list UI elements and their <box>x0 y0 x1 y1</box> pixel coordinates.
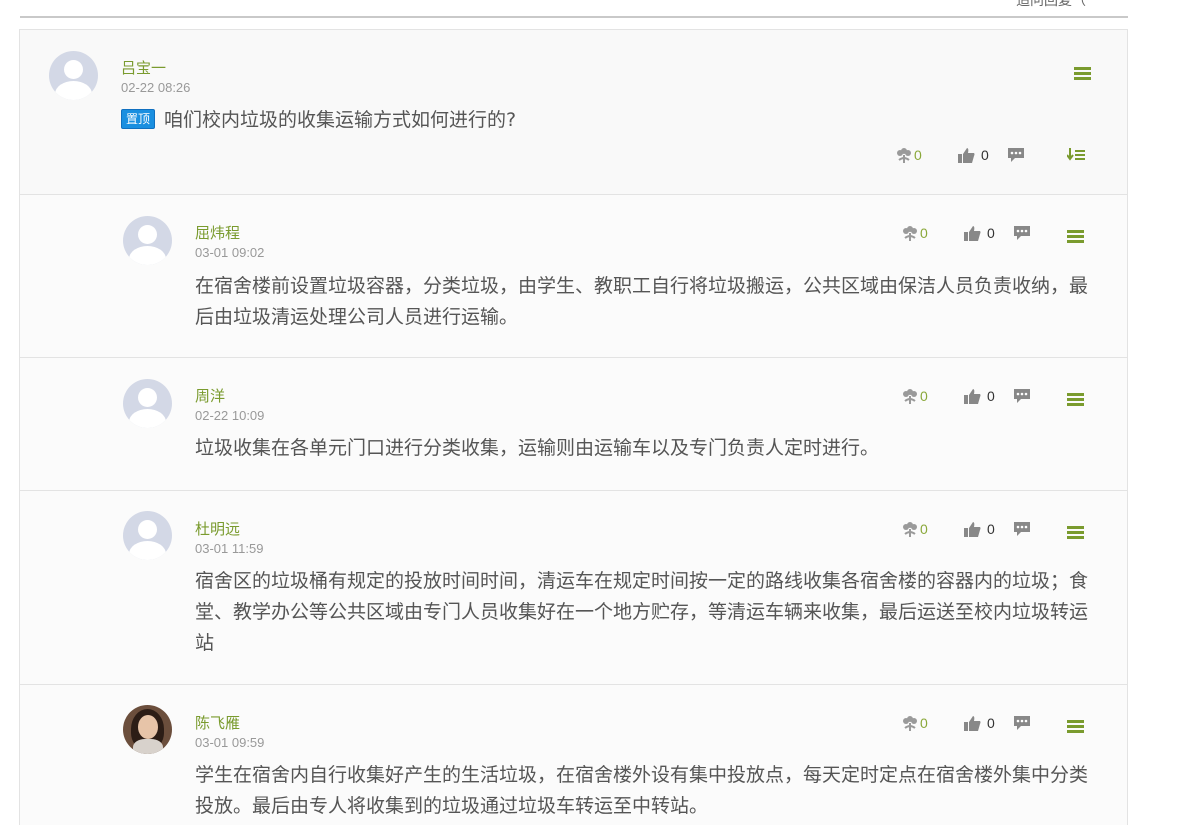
reply-item: 杜明远 03-01 11:59 宿舍区的垃圾桶有规定的投放时间时间，清运车在规定… <box>20 491 1127 685</box>
post-time: 03-01 09:59 <box>195 735 265 750</box>
menu-icon[interactable] <box>1067 393 1084 407</box>
flower-count: 0 <box>920 388 928 404</box>
like-count: 0 <box>981 147 989 163</box>
comment-button[interactable] <box>1013 517 1031 541</box>
flower-count: 0 <box>920 521 928 537</box>
flower-icon <box>903 389 917 404</box>
comment-icon <box>1014 522 1030 536</box>
flower-button[interactable]: 0 <box>902 384 928 408</box>
menu-icon[interactable] <box>1067 230 1084 244</box>
reply-item: 陈飞雁 03-01 09:59 学生在宿舍内自行收集好产生的生活垃圾，在宿舍楼外… <box>20 685 1127 825</box>
like-count: 0 <box>987 715 995 731</box>
discussion-thread: 吕宝一 02-22 08:26 置顶 咱们校内垃圾的收集运输方式如何进行的? 0 … <box>19 29 1128 825</box>
flower-count: 0 <box>914 147 922 163</box>
avatar[interactable] <box>123 216 172 265</box>
reply-item: 屈炜程 03-01 09:02 在宿舍楼前设置垃圾容器，分类垃圾，由学生、教职工… <box>20 195 1127 358</box>
comment-button[interactable] <box>1007 143 1025 167</box>
avatar[interactable] <box>123 379 172 428</box>
post-time: 02-22 08:26 <box>121 80 191 95</box>
thumbs-up-icon <box>964 521 981 537</box>
flower-icon <box>897 148 911 163</box>
flower-icon <box>903 716 917 731</box>
comment-button[interactable] <box>1013 711 1031 735</box>
menu-icon[interactable] <box>1067 720 1084 734</box>
comment-button[interactable] <box>1013 221 1031 245</box>
post-actions: 0 0 <box>896 143 1096 167</box>
flower-button[interactable]: 0 <box>902 711 928 735</box>
flower-icon <box>903 522 917 537</box>
sort-icon <box>1067 148 1085 161</box>
like-button[interactable]: 0 <box>958 143 989 167</box>
reply-item: 周洋 02-22 10:09 垃圾收集在各单元门口进行分类收集，运输则由运输车以… <box>20 358 1127 491</box>
flower-button[interactable]: 0 <box>902 517 928 541</box>
thumbs-up-icon <box>964 715 981 731</box>
like-count: 0 <box>987 521 995 537</box>
thumbs-up-icon <box>964 225 981 241</box>
header-fragment: 追问回复（ <box>1016 0 1086 9</box>
comment-icon <box>1008 148 1024 162</box>
flower-button[interactable]: 0 <box>902 221 928 245</box>
header-divider <box>20 16 1128 18</box>
comment-icon <box>1014 716 1030 730</box>
like-button[interactable]: 0 <box>964 517 995 541</box>
post-time: 03-01 11:59 <box>195 541 264 556</box>
reply-content: 垃圾收集在各单元门口进行分类收集，运输则由运输车以及专门负责人定时进行。 <box>195 437 880 459</box>
author-name[interactable]: 杜明远 <box>195 518 240 539</box>
question-text: 置顶 咱们校内垃圾的收集运输方式如何进行的? <box>121 105 1081 136</box>
main-post: 吕宝一 02-22 08:26 置顶 咱们校内垃圾的收集运输方式如何进行的? 0 … <box>20 30 1127 195</box>
avatar[interactable] <box>49 51 98 100</box>
like-button[interactable]: 0 <box>964 384 995 408</box>
reply-content: 在宿舍楼前设置垃圾容器，分类垃圾，由学生、教职工自行将垃圾搬运，公共区域由保洁人… <box>195 275 1089 328</box>
flower-button[interactable]: 0 <box>896 143 922 167</box>
comment-button[interactable] <box>1013 384 1031 408</box>
reply-content: 宿舍区的垃圾桶有规定的投放时间时间，清运车在规定时间按一定的路线收集各宿舍楼的容… <box>195 570 1089 654</box>
pinned-badge: 置顶 <box>121 109 156 129</box>
comment-icon <box>1014 389 1030 403</box>
reply-content: 学生在宿舍内自行收集好产生的生活垃圾，在宿舍楼外设有集中投放点，每天定时定点在宿… <box>195 764 1089 817</box>
question-label: 咱们校内垃圾的收集运输方式如何进行的? <box>164 109 517 131</box>
menu-icon[interactable] <box>1067 526 1084 540</box>
avatar[interactable] <box>123 705 172 754</box>
author-name[interactable]: 吕宝一 <box>121 57 166 78</box>
post-time: 03-01 09:02 <box>195 245 265 260</box>
flower-count: 0 <box>920 715 928 731</box>
menu-icon[interactable] <box>1074 67 1091 81</box>
thumbs-up-icon <box>958 147 975 163</box>
like-button[interactable]: 0 <box>964 221 995 245</box>
like-button[interactable]: 0 <box>964 711 995 735</box>
post-time: 02-22 10:09 <box>195 408 265 423</box>
author-name[interactable]: 屈炜程 <box>195 222 240 243</box>
like-count: 0 <box>987 388 995 404</box>
flower-count: 0 <box>920 225 928 241</box>
author-name[interactable]: 周洋 <box>195 385 225 406</box>
like-count: 0 <box>987 225 995 241</box>
author-name[interactable]: 陈飞雁 <box>195 712 240 733</box>
comment-icon <box>1014 226 1030 240</box>
avatar[interactable] <box>123 511 172 560</box>
sort-button[interactable] <box>1067 143 1085 167</box>
thumbs-up-icon <box>964 388 981 404</box>
flower-icon <box>903 226 917 241</box>
